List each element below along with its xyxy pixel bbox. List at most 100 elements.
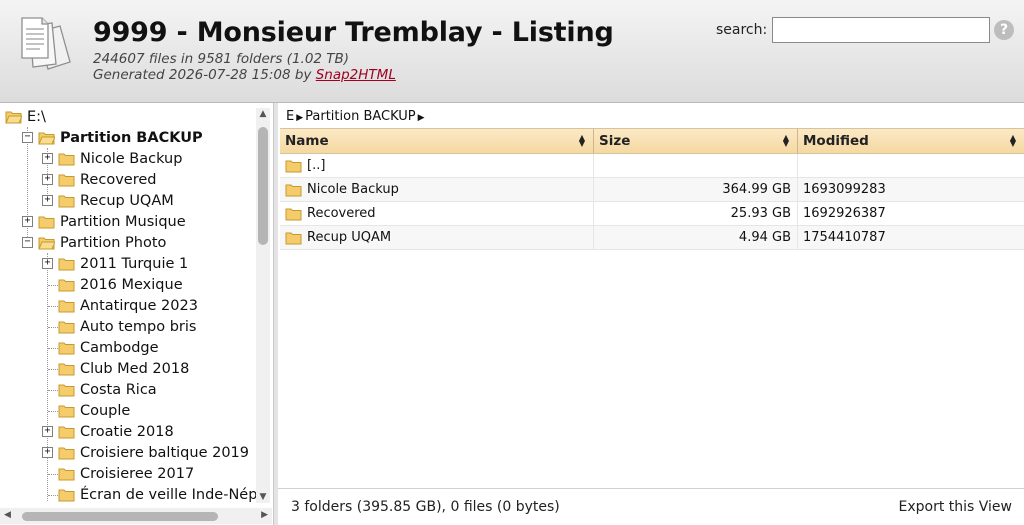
column-header-label: Size: [599, 133, 631, 149]
sort-icon[interactable]: ▲ ▼: [579, 134, 585, 148]
tree-item-label: Cambodge: [80, 339, 159, 356]
modified-cell: [798, 154, 1024, 177]
scroll-up-arrow-icon[interactable]: ▲: [258, 109, 268, 119]
tree-root[interactable]: E:\: [5, 106, 46, 127]
tree-item[interactable]: 2011 Turquie 1: [58, 253, 188, 274]
tree-item[interactable]: Partition Musique: [38, 211, 186, 232]
tree-item[interactable]: Croatie 2018: [58, 421, 174, 442]
sort-icon[interactable]: ▲ ▼: [1010, 134, 1016, 148]
page-title: 9999 - Monsieur Tremblay - Listing: [93, 17, 614, 48]
expand-toggle[interactable]: +: [42, 195, 53, 206]
folder-tree: E:\ − Partition BACKUP + Nicole Backup + Recov…: [0, 103, 274, 525]
folder-icon: [58, 426, 75, 438]
tree-item[interactable]: Couple: [58, 400, 130, 421]
table-row[interactable]: Recup UQAM 4.94 GB 1754410787: [280, 226, 1024, 250]
collapse-toggle[interactable]: −: [22, 132, 33, 143]
search-input[interactable]: [772, 17, 990, 43]
name-cell: Nicole Backup: [280, 178, 594, 201]
tree-item[interactable]: Cambodge: [58, 337, 159, 358]
expand-toggle[interactable]: +: [22, 216, 33, 227]
header: 9999 - Monsieur Tremblay - Listing 24460…: [0, 0, 1024, 103]
folder-icon: [285, 160, 302, 172]
expand-toggle[interactable]: +: [42, 447, 53, 458]
expand-toggle[interactable]: +: [42, 174, 53, 185]
generated-info: Generated 2026-07-28 15:08 by Snap2HTML: [93, 67, 396, 83]
size-cell: 364.99 GB: [594, 178, 798, 201]
folder-icon: [58, 384, 75, 396]
folder-icon: [58, 279, 75, 291]
collapse-toggle[interactable]: −: [22, 237, 33, 248]
help-icon[interactable]: ?: [994, 20, 1014, 40]
sort-icon[interactable]: ▲ ▼: [783, 134, 789, 148]
tree-item-label: 2016 Mexique: [80, 276, 183, 293]
tree-item-label: Croatie 2018: [80, 423, 174, 440]
folder-name[interactable]: Recovered: [307, 206, 376, 221]
export-view-link[interactable]: Export this View: [899, 499, 1013, 515]
tree-item[interactable]: Costa Rica: [58, 379, 157, 400]
breadcrumb-separator-icon: ▶: [417, 113, 425, 123]
tree-item-label: Croisieree 2017: [80, 465, 195, 482]
breadcrumb-segment[interactable]: E: [286, 109, 294, 124]
expand-toggle[interactable]: +: [42, 258, 53, 269]
parent-folder-row[interactable]: [..]: [280, 154, 1024, 178]
folder-name[interactable]: Recup UQAM: [307, 230, 391, 245]
scroll-left-arrow-icon[interactable]: ◀: [4, 510, 11, 520]
table-row[interactable]: Recovered 25.93 GB 1692926387: [280, 202, 1024, 226]
parent-folder-label: [..]: [307, 158, 326, 173]
tree-item[interactable]: Auto tempo bris: [58, 316, 196, 337]
status-bar: 3 folders (395.85 GB), 0 files (0 bytes)…: [278, 488, 1024, 525]
file-grid: Name ▲ ▼ Size ▲ ▼ Modified ▲ ▼ [..] Nicole …: [280, 128, 1024, 250]
modified-cell: 1754410787: [803, 230, 886, 245]
folder-icon: [285, 184, 302, 196]
tree-item-label: Recup UQAM: [80, 192, 174, 209]
folder-icon: [58, 405, 75, 417]
tree-item-label: Couple: [80, 402, 131, 419]
tree-item[interactable]: Antatirque 2023: [58, 295, 198, 316]
tree-item-label: Partition Musique: [60, 213, 186, 230]
tree-item[interactable]: Partition Photo: [38, 232, 166, 253]
tree-item-label: Partition BACKUP: [60, 129, 203, 146]
folder-icon: [58, 153, 75, 165]
scroll-thumb[interactable]: [22, 512, 218, 521]
status-summary: 3 folders (395.85 GB), 0 files (0 bytes): [291, 499, 560, 515]
tree-item-label: Recovered: [80, 171, 157, 188]
column-header-size[interactable]: Size ▲ ▼: [594, 129, 798, 153]
folder-icon: [58, 195, 75, 207]
size-cell: [594, 154, 798, 177]
folder-name[interactable]: Nicole Backup: [307, 182, 399, 197]
expand-toggle[interactable]: +: [42, 153, 53, 164]
tree-item[interactable]: Croisieree 2017: [58, 463, 194, 484]
search-label: search:: [716, 22, 768, 38]
expand-toggle[interactable]: +: [42, 426, 53, 437]
tree-item[interactable]: 2016 Mexique: [58, 274, 183, 295]
folder-icon: [58, 258, 75, 270]
tree-item[interactable]: Recup UQAM: [58, 190, 174, 211]
tree-horizontal-scrollbar[interactable]: ◀ ▶: [0, 508, 272, 524]
tree-item[interactable]: Partition BACKUP: [38, 127, 203, 148]
tree-vertical-scrollbar[interactable]: ▲ ▼: [256, 108, 270, 503]
column-header-name[interactable]: Name ▲ ▼: [280, 129, 594, 153]
grid-header: Name ▲ ▼ Size ▲ ▼ Modified ▲ ▼: [280, 128, 1024, 154]
name-cell: Recup UQAM: [280, 226, 594, 249]
folder-open-icon: [38, 132, 55, 144]
column-header-modified[interactable]: Modified ▲ ▼: [798, 129, 1024, 153]
tree-item-label: Nicole Backup: [80, 150, 183, 167]
scroll-right-arrow-icon[interactable]: ▶: [261, 510, 268, 520]
folder-icon: [285, 208, 302, 220]
tree-item[interactable]: Recovered: [58, 169, 156, 190]
breadcrumb-separator-icon: ▶: [296, 113, 304, 123]
tree-item-label: E:\: [27, 108, 46, 125]
tree-item[interactable]: Club Med 2018: [58, 358, 189, 379]
tree-item-label: Partition Photo: [60, 234, 167, 251]
generated-text: Generated 2026-07-28 15:08 by: [93, 67, 316, 83]
tree-item[interactable]: Nicole Backup: [58, 148, 182, 169]
listing-stats: 244607 files in 9581 folders (1.02 TB): [93, 51, 350, 67]
scroll-thumb[interactable]: [258, 127, 268, 245]
snap2html-link[interactable]: Snap2HTML: [316, 67, 396, 83]
folder-icon: [58, 300, 75, 312]
tree-item[interactable]: Écran de veille Inde-Nép: [58, 484, 257, 505]
breadcrumb-segment[interactable]: Partition BACKUP: [305, 109, 416, 124]
table-row[interactable]: Nicole Backup 364.99 GB 1693099283: [280, 178, 1024, 202]
scroll-down-arrow-icon[interactable]: ▼: [258, 492, 268, 502]
tree-item[interactable]: Croisiere baltique 2019: [58, 442, 249, 463]
